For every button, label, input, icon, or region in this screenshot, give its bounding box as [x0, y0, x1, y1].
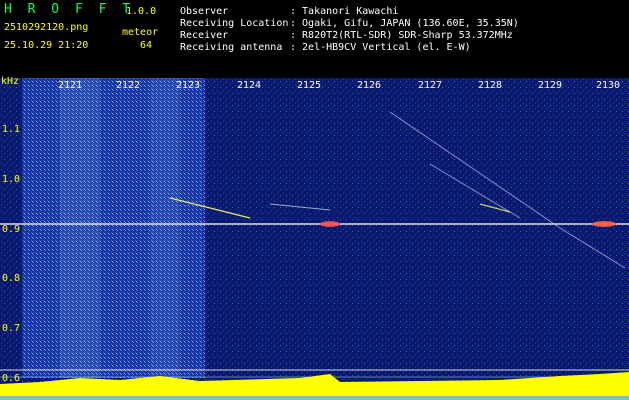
x-tick-label: 2127	[418, 80, 443, 91]
timestamp: 25.10.29 21:20	[4, 40, 89, 51]
observer-label: Observer	[180, 6, 229, 17]
file-name: 2510292120.png	[4, 22, 89, 33]
receiver-label: Receiver	[180, 30, 229, 41]
header: H R O F F T 1.0.0 2510292120.png meteor …	[0, 0, 629, 60]
x-tick-label: 2122	[116, 80, 141, 91]
x-tick-label: 2124	[237, 80, 262, 91]
spectrogram-canvas	[0, 78, 629, 400]
y-tick-label: 0.9	[2, 224, 21, 235]
y-tick-label: 1.1	[2, 124, 21, 135]
x-tick-label: 2123	[176, 80, 201, 91]
antenna-label: Receiving antenna	[180, 42, 283, 53]
axis-unit: kHz	[1, 76, 20, 87]
x-tick-label: 2130	[596, 80, 621, 91]
x-tick-label: 2129	[538, 80, 563, 91]
app-title: H R O F F T	[4, 2, 135, 17]
y-tick-label: 1.0	[2, 174, 21, 185]
meteor-count: 64	[140, 40, 153, 51]
y-tick-label: 0.7	[2, 323, 21, 334]
location-value: : Ogaki, Gifu, JAPAN (136.60E, 35.35N)	[290, 18, 519, 29]
x-tick-label: 2125	[297, 80, 322, 91]
receiver-value: : R820T2(RTL-SDR) SDR-Sharp 53.372MHz	[290, 30, 513, 41]
x-tick-label: 2128	[478, 80, 503, 91]
mode-label: meteor	[122, 27, 159, 38]
spectrogram	[0, 78, 629, 400]
y-tick-label: 0.6	[2, 373, 21, 384]
x-tick-label: 2121	[58, 80, 83, 91]
observer-value: : Takanori Kawachi	[290, 6, 399, 17]
antenna-value: : 2el-HB9CV Vertical (el. E-W)	[290, 42, 471, 53]
app-version: 1.0.0	[126, 6, 157, 17]
x-tick-label: 2126	[357, 80, 382, 91]
y-tick-label: 0.8	[2, 273, 21, 284]
location-label: Receiving Location	[180, 18, 289, 29]
